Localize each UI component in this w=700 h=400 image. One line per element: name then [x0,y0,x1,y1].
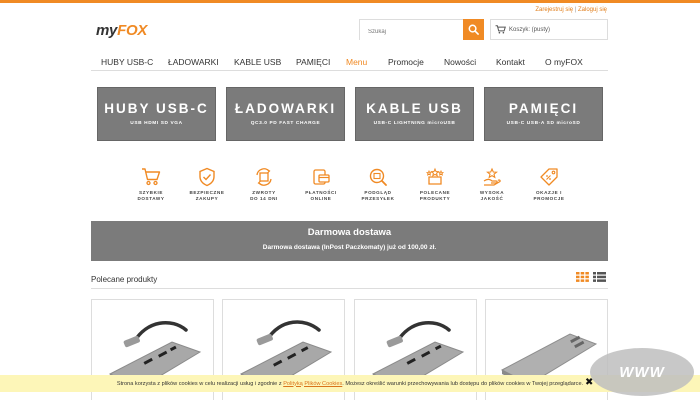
free-delivery-banner: Darmowa dostawa Darmowa dostawa (InPost … [91,221,608,261]
discount-tag-icon [540,168,558,186]
user-links: Zarejestruj się | Zaloguj się [535,7,607,13]
feature-recommended: POLECANE PRODUKTY [408,167,462,202]
category-subtitle: USB-C USB-A SD microSD [506,121,581,126]
nav-item-promocje[interactable]: Promocje [388,57,424,67]
feature-label: SZYBKIE DOSTAWY [137,190,165,201]
feature-fast-delivery: SZYBKIE DOSTAWY [124,167,178,202]
category-title: ŁADOWARKI [234,101,337,116]
search-icon [468,24,479,35]
shield-check-icon [199,167,215,187]
banner-text: Darmowa dostawa (InPost Paczkomaty) już … [262,244,437,251]
feature-label: PŁATNOŚCI ONLINE [305,190,337,201]
category-title: PAMIĘCI [508,101,579,116]
category-subtitle: USB-C LIGHTNING microUSB [373,121,456,126]
cookie-text: Strona korzysta z plików cookies w celu … [117,381,583,387]
category-tile-pamieci[interactable]: PAMIĘCI USB-C USB-A SD microSD [484,87,603,141]
return-box-icon [256,168,272,186]
cookie-text-after: . Możesz określić warunki przechowywania… [342,380,584,387]
list-view-icon[interactable] [593,272,606,282]
logo-prefix: my [96,22,118,39]
site-logo[interactable]: myFOX [96,22,147,39]
category-subtitle: USB HDMI SD VGA [130,121,183,126]
feature-safe-shopping: BEZPIECZNE ZAKUPY [180,167,234,202]
grid-view-icon[interactable] [576,272,589,282]
search-button[interactable] [463,19,484,40]
top-accent-bar [0,0,700,3]
cookie-policy-link[interactable]: Polityką Plików Cookies [283,381,342,387]
feature-label: POLECANE PRODUKTY [419,190,451,201]
cart-label: Koszyk: (pusty) [509,26,551,33]
register-link[interactable]: Zarejestruj się [535,7,573,13]
section-divider [91,288,608,289]
category-title: KABLE USB [366,101,463,116]
nav-item-nowosci[interactable]: Nowości [444,57,476,67]
banner-title: Darmowa dostawa [307,227,392,238]
section-title: Polecane produkty [91,275,158,284]
feature-promotions: OKAZJE I PROMOCJE [522,167,576,202]
www-badge-text: WWW [619,363,665,381]
search-input[interactable] [360,22,464,42]
category-title: HUBY USB-C [104,101,209,116]
nav-item-huby[interactable]: HUBY USB-C [101,57,153,67]
feature-label: WYSOKA JAKOŚĆ [479,190,505,201]
feature-returns: ZWROTY DO 14 DNI [237,167,291,202]
category-subtitle: QC3.0 PD FAST CHARGE [250,121,321,126]
cookie-text-before: Strona korzysta z plików cookies w celu … [116,380,284,387]
user-links-separator: | [574,7,577,13]
category-tile-ladowarki[interactable]: ŁADOWARKI QC3.0 PD FAST CHARGE [226,87,345,141]
nav-item-kontakt[interactable]: Kontakt [496,57,525,67]
feature-label: OKAZJE I PROMOCJE [533,190,565,201]
category-tile-huby[interactable]: HUBY USB-C USB HDMI SD VGA [97,87,216,141]
feature-quality: WYSOKA JAKOŚĆ [465,167,519,202]
cart-icon [495,25,506,34]
cart-button[interactable]: Koszyk: (pusty) [490,19,608,40]
quality-hand-icon [483,167,501,186]
feature-tracking: PODGLĄD PRZESYŁEK [351,167,405,202]
www-badge: WWW [590,348,694,396]
nav-item-menu[interactable]: Menu [346,57,367,67]
tracking-search-icon [369,168,387,186]
view-toggle [576,272,606,282]
nav-item-kable[interactable]: KABLE USB [234,57,281,67]
feature-label: ZWROTY DO 14 DNI [250,190,278,201]
search-box [359,19,484,42]
card-payment-icon [313,169,330,185]
nav-item-ladowarki[interactable]: ŁADOWARKI [168,57,219,67]
stars-box-icon [425,167,445,185]
feature-online-payments: PŁATNOŚCI ONLINE [294,167,348,202]
category-tile-kable[interactable]: KABLE USB USB-C LIGHTNING microUSB [355,87,474,141]
logo-brand: FOX [117,22,148,39]
cart-icon [142,168,161,186]
main-nav: HUBY USB-C ŁADOWARKI KABLE USB PAMIĘCI M… [91,55,608,71]
nav-item-o-myfox[interactable]: O myFOX [545,57,583,67]
feature-label: BEZPIECZNE ZAKUPY [189,190,225,201]
nav-item-pamieci[interactable]: PAMIĘCI [296,57,330,67]
feature-label: PODGLĄD PRZESYŁEK [361,190,395,201]
login-link[interactable]: Zaloguj się [578,7,607,13]
